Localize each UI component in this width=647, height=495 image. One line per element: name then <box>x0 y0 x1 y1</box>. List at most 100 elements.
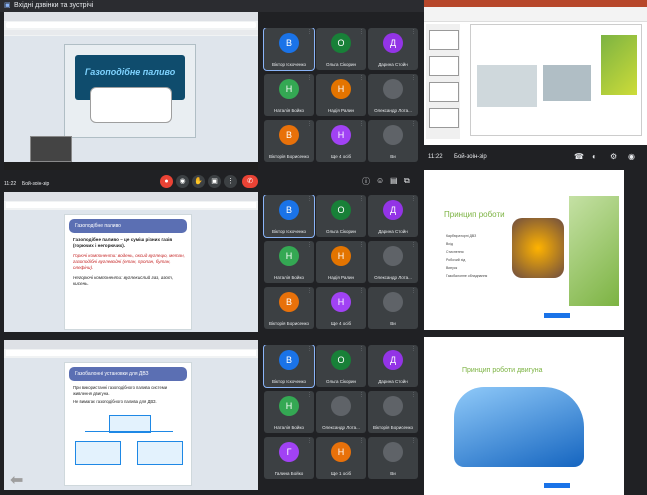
participant-tile[interactable]: Н ⋮ Надія Ралин <box>316 74 366 116</box>
stop-presenting-button[interactable] <box>544 313 570 318</box>
car-cutaway-image <box>454 387 584 467</box>
bookmarks-bar <box>4 30 258 35</box>
more-icon[interactable]: ⋮ <box>224 175 237 188</box>
participant-name: Ольга Сікорин <box>326 229 356 234</box>
participant-tile[interactable]: ⋮ Олександр Лота... <box>368 241 418 283</box>
car-image-2 <box>543 65 591 101</box>
participant-tile[interactable]: О ⋮ Ольга Сікорин <box>316 345 366 387</box>
people-icon[interactable]: ☺ <box>376 176 384 185</box>
participant-name: Наталія Бойко <box>274 425 304 430</box>
avatar: Д <box>383 33 403 53</box>
browser-tabs[interactable] <box>4 12 258 21</box>
participant-tile[interactable]: Г ⋮ Галина Бойко <box>264 437 314 479</box>
avatar: Н <box>331 79 351 99</box>
bullet-1: Карбюраторні ДВЗ <box>446 234 477 238</box>
browser-window-3: Газобалонні установки для ДВЗ При викори… <box>4 340 258 490</box>
participant-tile[interactable]: ⋮ Олександр Лота... <box>368 74 418 116</box>
bullet-6: Газобалонне обладнання <box>446 274 488 278</box>
bullet-1: При використанні газоподібного палива си… <box>73 385 168 396</box>
screen-share-2: Газоподібне паливо Газоподібне паливо – … <box>0 192 262 337</box>
participant-name: Ще 4 осіб <box>330 321 352 326</box>
slide-title: Принцип роботи <box>444 210 505 219</box>
camera-button[interactable]: ◉ <box>176 175 189 188</box>
participant-tile[interactable]: ⋮ Вікторія Борисенко <box>368 391 418 433</box>
avatar <box>383 79 403 99</box>
ppt-ribbon[interactable] <box>424 7 647 22</box>
q2-meeting: Бой-зоін-зір <box>22 181 50 187</box>
participant-tile[interactable]: В ⋮ Віктор Іскоченко <box>263 195 315 238</box>
thumb-3[interactable] <box>429 82 459 102</box>
participant-tile[interactable]: В ⋮ Віктор Іскоченко <box>263 28 315 71</box>
slide-3: Газобалонні установки для ДВЗ При викори… <box>64 362 192 486</box>
participants-grid-3: В ⋮ Віктор Іскоченко О ⋮ Ольга Сікорин Д ⋮ Дарин… <box>262 345 422 485</box>
ppt-titlebar <box>424 0 647 7</box>
participant-tile[interactable]: ⋮ Олександр Лота... <box>316 391 366 433</box>
call-icon[interactable]: ☎ <box>574 148 584 166</box>
slide-viewport: Газоподібне паливо Газоподібне паливо – … <box>4 210 258 332</box>
address-bar[interactable] <box>6 350 256 356</box>
participant-tile[interactable]: О ⋮ Ольга Сікорин <box>316 28 366 70</box>
participant-name: Ольга Сікорин <box>326 62 356 67</box>
green-decoration <box>601 35 637 95</box>
mic-off-button[interactable]: ● <box>160 175 173 188</box>
participant-tile[interactable]: Н ⋮ Наталія Бойко <box>264 241 314 283</box>
avatar: Н <box>331 125 351 145</box>
participant-name: Ви <box>390 471 396 476</box>
end-call-button[interactable]: ✆ <box>242 175 258 188</box>
q2-toolbar: ⓘ ☺ ▤ ⧉ <box>362 176 422 188</box>
ppt-slide-thumbnails[interactable] <box>426 24 460 139</box>
browser-tabs[interactable] <box>4 192 258 201</box>
participant-tile[interactable]: ⋮ Ви <box>368 437 418 479</box>
address-bar[interactable] <box>6 22 256 28</box>
participants-grid-2: В ⋮ Віктор Іскоченко О ⋮ Ольга Сікорин Д ⋮ Дарин… <box>262 195 422 335</box>
participant-tile[interactable]: Н ⋮ Ще 1 осіб <box>316 437 366 479</box>
activities-icon[interactable]: ⧉ <box>404 176 410 186</box>
browser-tabs[interactable] <box>4 340 258 349</box>
bullet-3: Негорючі компоненти: вуглекислий газ, аз… <box>73 275 174 286</box>
participant-name: Віктор Іскоченко <box>271 62 307 67</box>
camera-icon[interactable]: ◉ <box>628 148 635 166</box>
participant-tile[interactable]: Н ⋮ Наталія Бойко <box>264 391 314 433</box>
participant-name: Наталія Бойко <box>274 275 304 280</box>
green-decoration <box>569 196 619 306</box>
right-meeting-bar: 11:22 Бой-зоін-зір ☎ ◐ ⚙ ◉ <box>424 148 647 166</box>
back-arrow-icon[interactable]: ⬅ <box>10 470 34 489</box>
mic-muted-icon: ⋮ <box>359 242 364 248</box>
slide-bullets: При використанні газоподібного палива си… <box>73 385 185 405</box>
volume-icon[interactable]: ◐ <box>592 148 597 166</box>
participant-tile[interactable]: ⋮ Ви <box>368 120 418 162</box>
address-bar[interactable] <box>6 202 256 208</box>
participant-tile[interactable]: О ⋮ Ольга Сікорин <box>316 195 366 237</box>
participant-tile[interactable]: Д ⋮ Дарина Стойн <box>368 345 418 387</box>
stop-presenting-button[interactable] <box>544 483 570 488</box>
participant-tile[interactable]: Н ⋮ Наталія Бойко <box>264 74 314 116</box>
info-icon[interactable]: ⓘ <box>362 176 370 187</box>
bullet-2: Не вимагає газоподібного палива для ДВЗ. <box>73 399 157 404</box>
chat-icon[interactable]: ▤ <box>390 176 398 185</box>
app-icon: ▣ <box>4 2 11 9</box>
participant-tile[interactable]: ⋮ Ви <box>368 287 418 329</box>
thumb-2[interactable] <box>429 56 459 76</box>
participant-tile[interactable]: Д ⋮ Дарина Стойн <box>368 195 418 237</box>
participant-tile[interactable]: В ⋮ Вікторія Борисенко <box>264 120 314 162</box>
participant-tile[interactable]: В ⋮ Вікторія Борисенко <box>264 287 314 329</box>
avatar: Н <box>331 246 351 266</box>
slide-1: Газоподібне паливо <box>64 44 196 138</box>
participant-tile[interactable]: Н ⋮ Ще 4 осіб <box>316 287 366 329</box>
hand-icon[interactable]: ✋ <box>192 175 205 188</box>
avatar <box>383 396 403 416</box>
mic-muted-icon: ⋮ <box>411 438 416 444</box>
present-icon[interactable]: ▣ <box>208 175 221 188</box>
participant-tile[interactable]: В ⋮ Віктор Іскоченко <box>263 345 315 388</box>
thumb-4[interactable] <box>429 108 459 128</box>
mic-muted-icon: ⋮ <box>307 196 312 202</box>
participant-tile[interactable]: Н ⋮ Ще 4 осіб <box>316 120 366 162</box>
participant-tile[interactable]: Д ⋮ Дарина Стойн <box>368 28 418 70</box>
slide-bullets: Карбюраторні ДВЗ Вхід Стиснення Робочий … <box>446 232 506 280</box>
thumb-1[interactable] <box>429 30 459 50</box>
participant-tile[interactable]: Н ⋮ Надія Ралин <box>316 241 366 283</box>
settings-icon[interactable]: ⚙ <box>610 148 617 166</box>
mic-muted-icon: ⋮ <box>307 288 312 294</box>
q2-time: 11:22 <box>4 181 17 187</box>
slide-title: Газоподібне паливо <box>84 67 176 77</box>
